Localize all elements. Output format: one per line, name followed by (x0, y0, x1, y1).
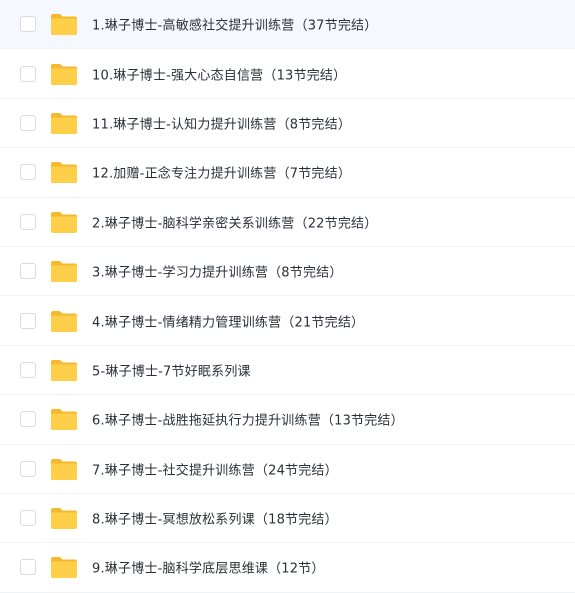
folder-name[interactable]: 9.琳子博士-脑科学底层思维课（12节） (92, 558, 325, 577)
file-row[interactable]: 2.琳子博士-脑科学亲密关系训练营（22节完结） (0, 198, 575, 247)
folder-icon (50, 407, 78, 431)
file-row[interactable]: 12.加赠-正念专注力提升训练营（7节完结） (0, 148, 575, 198)
row-checkbox[interactable] (20, 361, 36, 378)
folder-name[interactable]: 5-琳子博士-7节好眠系列课 (92, 360, 251, 379)
folder-icon (50, 160, 78, 184)
file-row[interactable]: 7.琳子博士-社交提升训练营（24节完结） (0, 445, 575, 494)
row-checkbox[interactable] (20, 411, 36, 428)
file-row[interactable]: 6.琳子博士-战胜拖延执行力提升训练营（13节完结） (0, 395, 575, 445)
file-row[interactable]: 4.琳子博士-情绪精力管理训练营（21节完结） (0, 296, 575, 346)
file-row[interactable]: 11.琳子博士-认知力提升训练营（8节完结） (0, 99, 575, 149)
folder-icon (50, 210, 78, 234)
folder-icon (50, 259, 78, 283)
row-checkbox[interactable] (20, 312, 36, 329)
folder-name[interactable]: 2.琳子博士-脑科学亲密关系训练营（22节完结） (92, 212, 377, 231)
folder-name[interactable]: 10.琳子博士-强大心态自信营（13节完结） (92, 64, 346, 83)
row-checkbox[interactable] (20, 16, 36, 33)
row-checkbox[interactable] (20, 460, 36, 477)
folder-name[interactable]: 6.琳子博士-战胜拖延执行力提升训练营（13节完结） (92, 410, 404, 429)
row-checkbox[interactable] (20, 164, 36, 181)
row-checkbox[interactable] (20, 510, 36, 527)
row-checkbox[interactable] (20, 65, 36, 82)
file-row[interactable]: 5-琳子博士-7节好眠系列课 (0, 346, 575, 396)
row-checkbox[interactable] (20, 263, 36, 280)
folder-icon (50, 12, 78, 36)
folder-icon (50, 62, 78, 86)
file-row[interactable]: 3.琳子博士-学习力提升训练营（8节完结） (0, 247, 575, 297)
row-checkbox[interactable] (20, 213, 36, 230)
folder-icon (50, 358, 78, 382)
folder-name[interactable]: 8.琳子博士-冥想放松系列课（18节完结） (92, 509, 338, 528)
folder-name[interactable]: 3.琳子博士-学习力提升训练营（8节完结） (92, 262, 343, 281)
folder-icon (50, 457, 78, 481)
folder-name[interactable]: 11.琳子博士-认知力提升训练营（8节完结） (92, 113, 351, 132)
folder-name[interactable]: 1.琳子博士-高敏感社交提升训练营（37节完结） (92, 15, 377, 34)
file-row[interactable]: 1.琳子博士-高敏感社交提升训练营（37节完结） (0, 0, 575, 50)
row-checkbox[interactable] (20, 559, 36, 576)
folder-icon (50, 111, 78, 135)
file-row[interactable]: 8.琳子博士-冥想放松系列课（18节完结） (0, 494, 575, 544)
folder-icon (50, 309, 78, 333)
folder-icon (50, 555, 78, 579)
folder-icon (50, 506, 78, 530)
file-row[interactable]: 10.琳子博士-强大心态自信营（13节完结） (0, 49, 575, 99)
folder-name[interactable]: 12.加赠-正念专注力提升训练营（7节完结） (92, 163, 351, 182)
folder-name[interactable]: 4.琳子博士-情绪精力管理训练营（21节完结） (92, 311, 364, 330)
row-checkbox[interactable] (20, 114, 36, 131)
file-list: 1.琳子博士-高敏感社交提升训练营（37节完结） 10.琳子博士-强大心态自信营… (0, 0, 575, 593)
file-row[interactable]: 9.琳子博士-脑科学底层思维课（12节） (0, 543, 575, 593)
folder-name[interactable]: 7.琳子博士-社交提升训练营（24节完结） (92, 459, 338, 478)
